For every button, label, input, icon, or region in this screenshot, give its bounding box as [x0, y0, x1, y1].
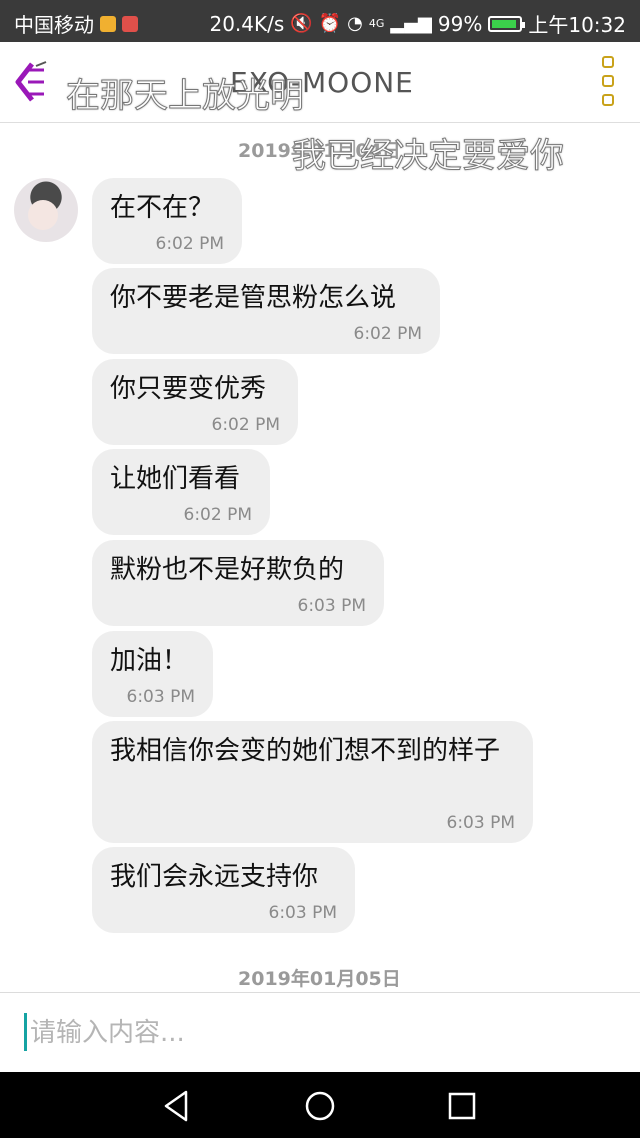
back-icon[interactable]	[14, 60, 50, 104]
status-bar: 中国移动 20.4K/s 🔇 ⏰ ◔ 4G ▂▄▆ 99% 上午10:32	[0, 0, 640, 42]
battery-icon	[488, 15, 526, 32]
carrier-label: 中国移动	[14, 13, 94, 37]
nav-back-icon[interactable]	[158, 1086, 198, 1126]
signal-icon: ▂▄▆	[390, 13, 432, 34]
message-time: 6:02 PM	[211, 415, 281, 435]
overlay-quote: 我已经决定要爱你	[292, 136, 565, 177]
message-time: 6:03 PM	[126, 687, 196, 707]
battery-percent: 99%	[437, 11, 483, 36]
message-bubble[interactable]: 在不在？ 6:02 PM	[92, 178, 242, 264]
message-text: 默粉也不是好欺负的	[110, 555, 345, 585]
notification-mail-icon	[122, 15, 138, 32]
system-nav-bar	[0, 1072, 640, 1138]
message-bubble[interactable]: 加油！ 6:03 PM	[92, 631, 213, 717]
alarm-icon: ⏰	[318, 13, 342, 34]
more-menu-icon[interactable]	[602, 56, 618, 106]
network-speed: 20.4K/s	[209, 11, 285, 36]
nav-recents-icon[interactable]	[442, 1086, 482, 1126]
message-bubble[interactable]: 你不要老是管思粉怎么说 6:02 PM	[92, 268, 440, 354]
message-time: 6:03 PM	[446, 813, 516, 833]
message-bubble[interactable]: 让她们看看 6:02 PM	[92, 449, 270, 535]
signal-type: 4G	[368, 17, 385, 30]
message-time: 6:03 PM	[297, 596, 367, 616]
chat-header: EXO-MOONE 在那天上放光明	[0, 42, 640, 123]
message-text: 你只要变优秀	[110, 374, 267, 404]
overlay-caption: 在那天上放光明	[66, 76, 305, 117]
message-text: 加油！	[110, 646, 189, 676]
notification-app-icon	[100, 15, 116, 32]
avatar[interactable]	[14, 178, 78, 242]
mute-icon: 🔇	[290, 13, 313, 34]
message-text: 我们会永远支持你	[110, 862, 319, 892]
nav-home-icon[interactable]	[300, 1086, 340, 1126]
message-text: 在不在？	[110, 193, 215, 223]
message-bubble[interactable]: 默粉也不是好欺负的 6:03 PM	[92, 540, 384, 626]
message-bubble[interactable]: 我相信你会变的她们想不到的样子 6:03 PM	[92, 721, 533, 843]
message-time: 6:02 PM	[353, 324, 423, 344]
message-time: 6:02 PM	[155, 234, 225, 254]
message-time: 6:03 PM	[268, 903, 338, 923]
message-bubble[interactable]: 你只要变优秀 6:02 PM	[92, 359, 298, 445]
message-text: 让她们看看	[110, 464, 241, 494]
clock: 上午10:32	[528, 13, 626, 37]
message-time: 6:02 PM	[183, 505, 253, 525]
message-text: 你不要老是管思粉怎么说	[110, 283, 397, 313]
date-divider: 2019年01月05日	[238, 968, 401, 990]
message-composer	[0, 992, 640, 1073]
message-bubble[interactable]: 我们会永远支持你 6:03 PM	[92, 847, 355, 933]
wifi-icon: ◔	[347, 13, 363, 34]
message-input[interactable]	[28, 1011, 612, 1055]
text-cursor	[24, 1013, 27, 1051]
message-text: 我相信你会变的她们想不到的样子	[110, 736, 501, 766]
